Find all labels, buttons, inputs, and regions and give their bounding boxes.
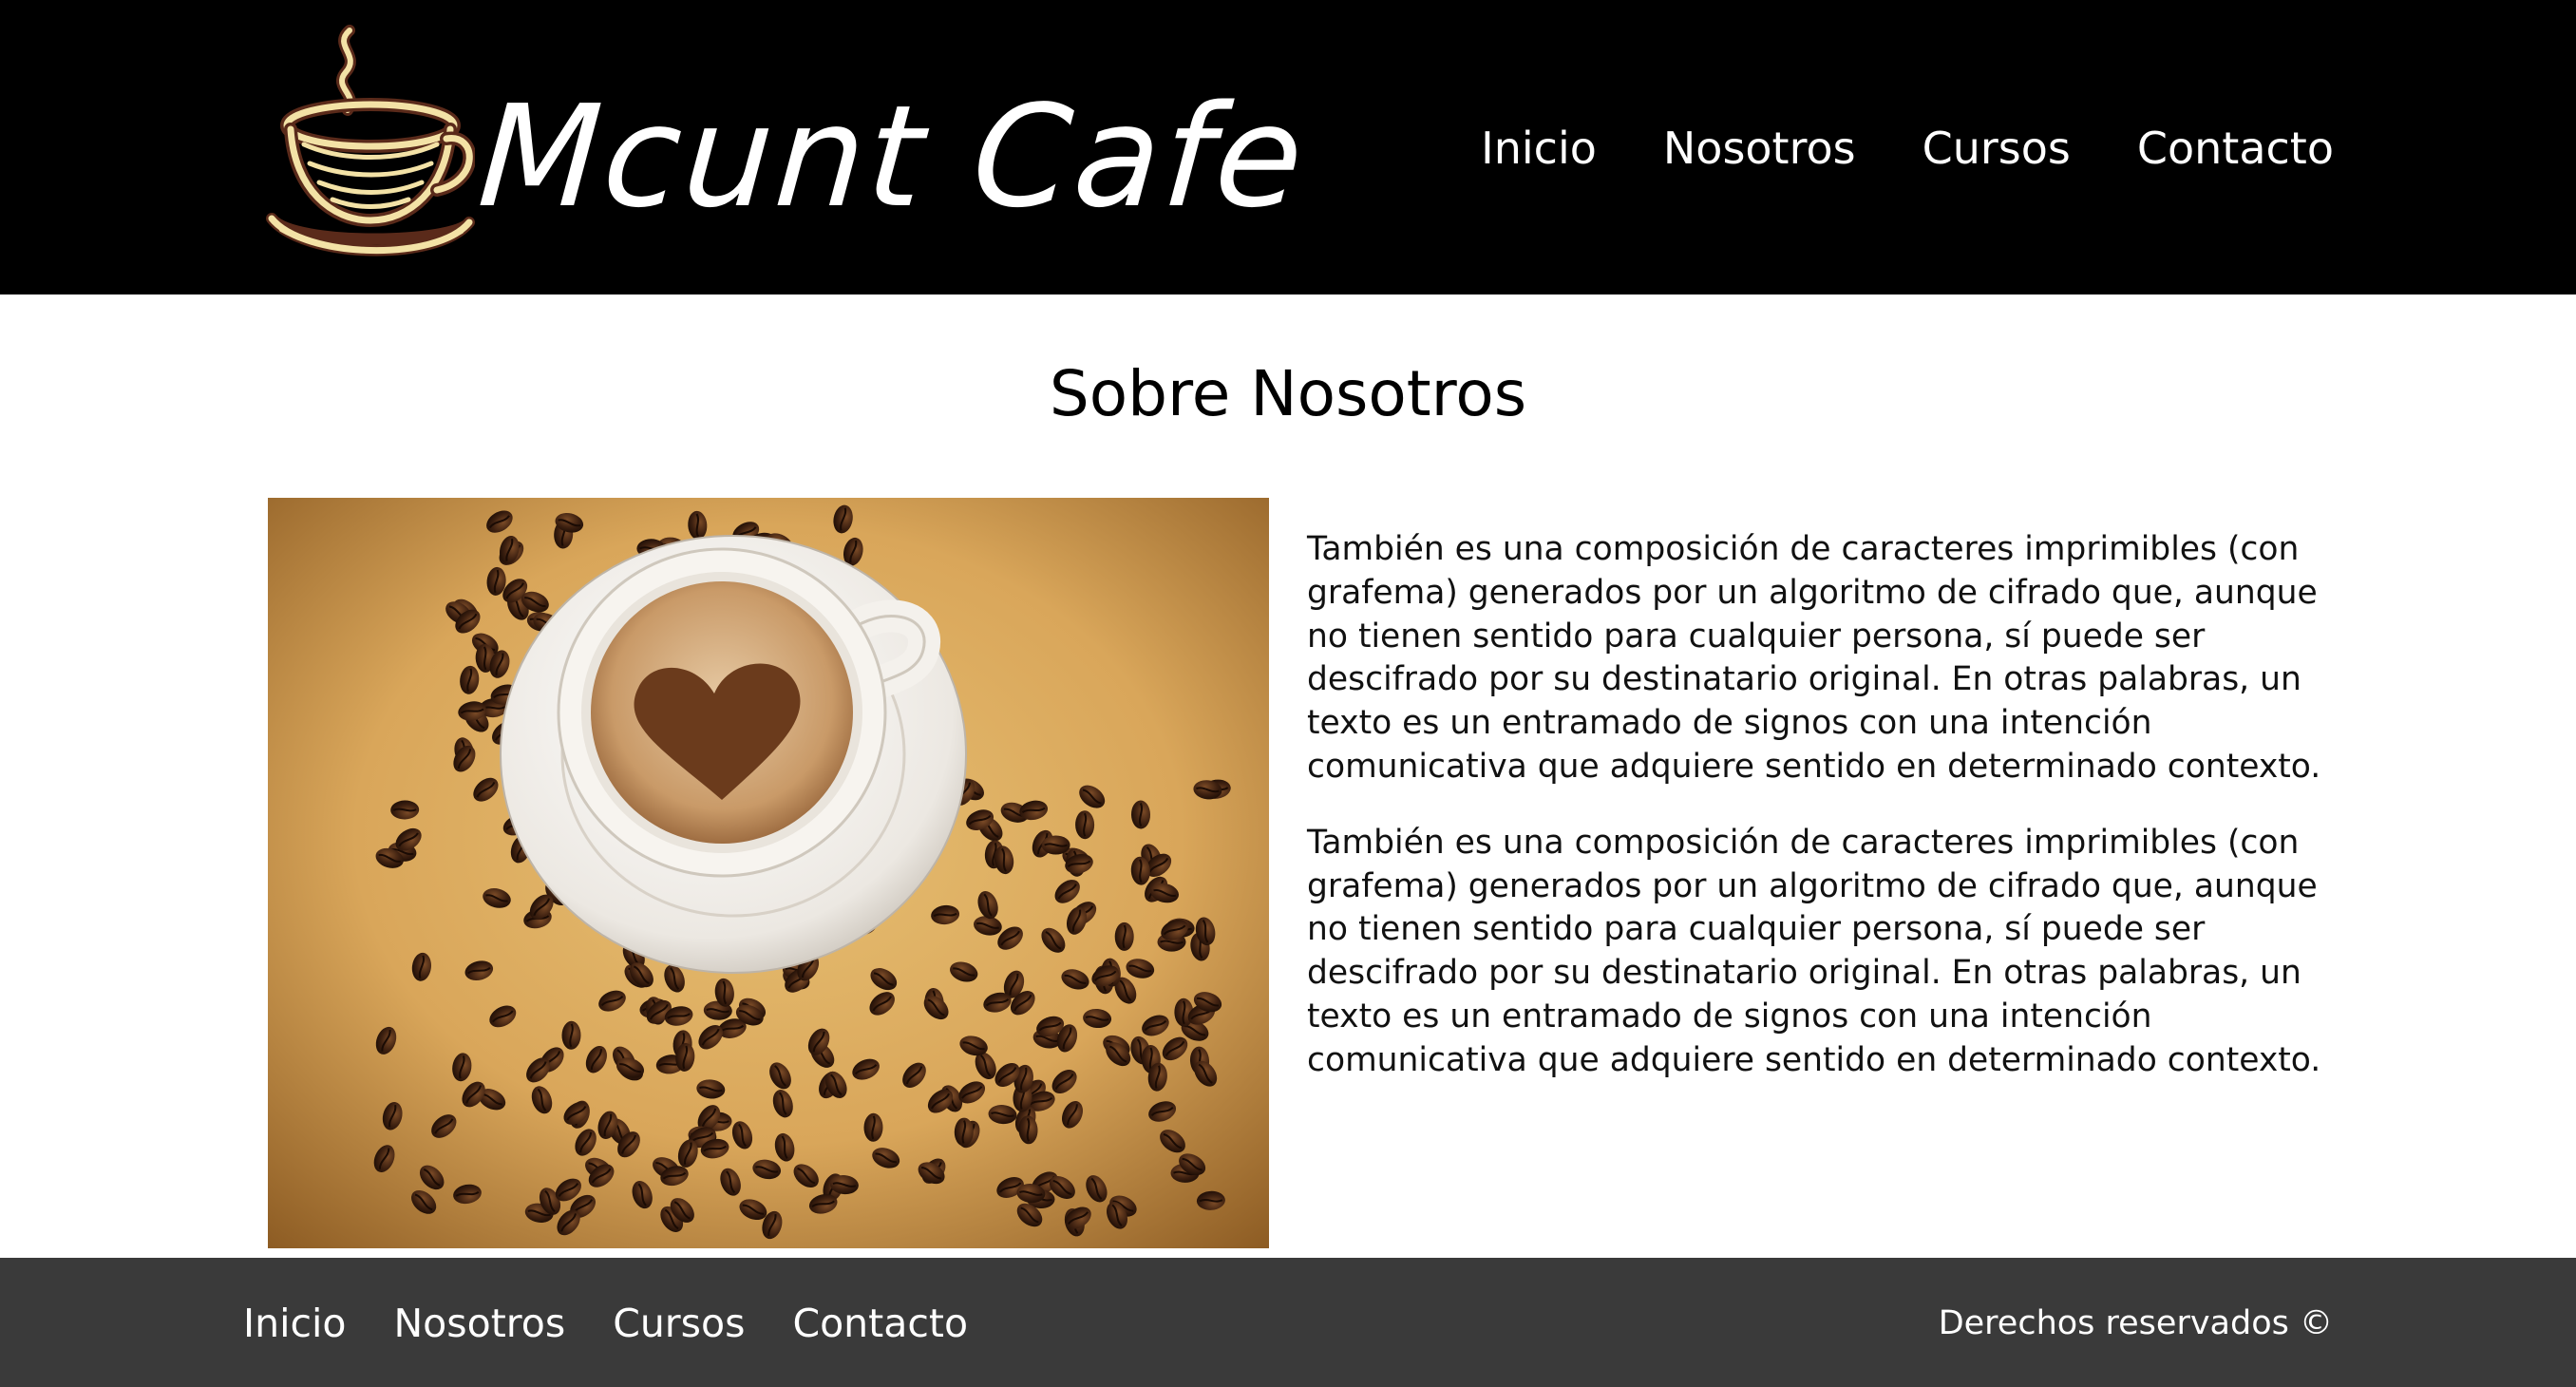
main-nav: Inicio Nosotros Cursos Contacto bbox=[1481, 114, 2334, 182]
nav-link-inicio[interactable]: Inicio bbox=[1481, 114, 1597, 182]
copyright: Derechos reservados © bbox=[1938, 1304, 2333, 1342]
footer-link-cursos[interactable]: Cursos bbox=[613, 1290, 745, 1357]
nav-link-nosotros[interactable]: Nosotros bbox=[1663, 114, 1856, 182]
logo-text: Mcunt Cafe bbox=[473, 75, 1311, 238]
coffee-photo-illustration bbox=[268, 498, 1269, 1248]
footer-link-contacto[interactable]: Contacto bbox=[792, 1290, 968, 1357]
footer-link-nosotros[interactable]: Nosotros bbox=[394, 1290, 566, 1357]
nav-link-contacto[interactable]: Contacto bbox=[2137, 114, 2334, 182]
footer-nav: Inicio Nosotros Cursos Contacto bbox=[243, 1290, 968, 1357]
coffee-bean bbox=[1041, 835, 1070, 855]
about-paragraph-2: También es una composición de caracteres… bbox=[1307, 823, 2321, 1079]
coffee-cup-icon bbox=[266, 25, 475, 256]
coffee-bean bbox=[1114, 922, 1134, 951]
site-footer: Inicio Nosotros Cursos Contacto Derechos… bbox=[0, 1258, 2576, 1387]
page-title: Sobre Nosotros bbox=[1049, 357, 1527, 430]
about-text: También es una composición de caracteres… bbox=[1307, 528, 2333, 1115]
footer-link-inicio[interactable]: Inicio bbox=[243, 1290, 347, 1357]
site-header: Mcunt Cafe Inicio Nosotros Cursos Contac… bbox=[0, 0, 2576, 294]
nav-link-cursos[interactable]: Cursos bbox=[1923, 114, 2071, 182]
coffee-photo bbox=[268, 498, 1269, 1248]
about-paragraph-1: También es una composición de caracteres… bbox=[1307, 530, 2321, 786]
logo[interactable]: Mcunt Cafe bbox=[266, 19, 1311, 266]
